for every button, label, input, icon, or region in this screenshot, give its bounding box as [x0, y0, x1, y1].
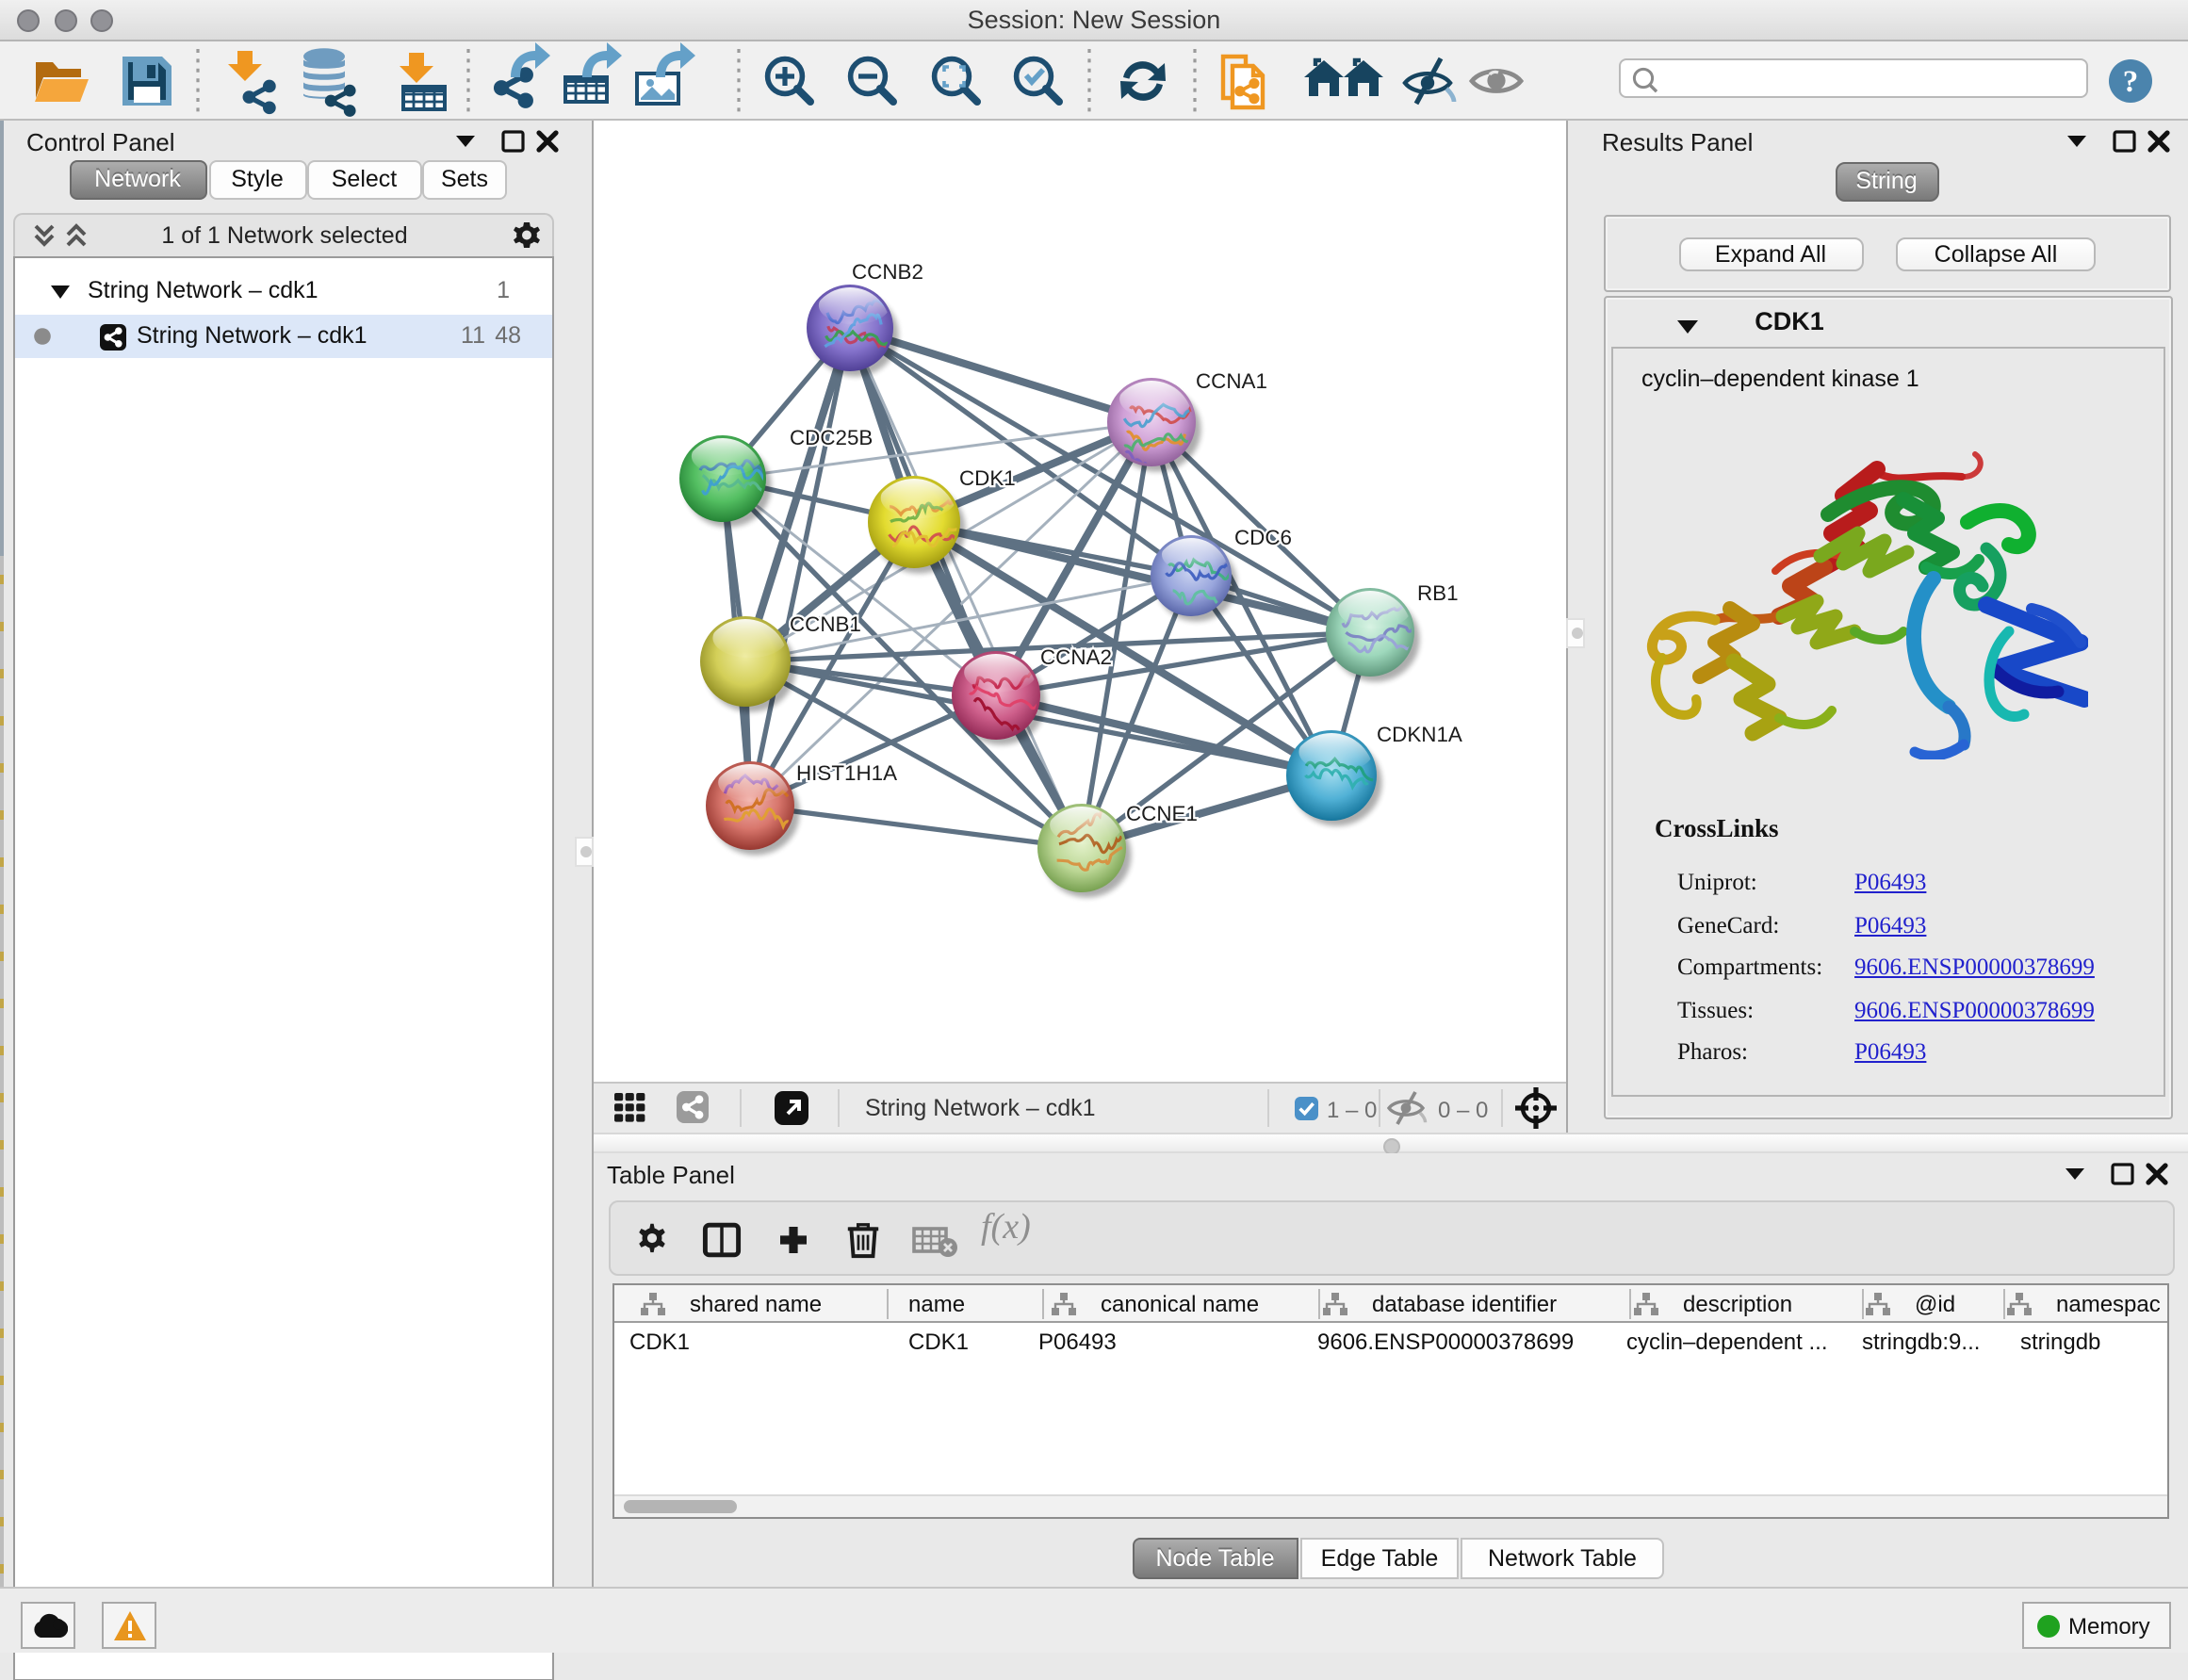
svg-text:?: ? — [2123, 65, 2139, 99]
svg-text:CCNB1: CCNB1 — [790, 612, 861, 636]
svg-text:CCNA2: CCNA2 — [1040, 645, 1112, 669]
svg-text:CDK1: CDK1 — [959, 466, 1016, 490]
svg-text:RB1: RB1 — [1417, 581, 1459, 605]
svg-text:CDC25B: CDC25B — [790, 426, 873, 449]
svg-text:HIST1H1A: HIST1H1A — [796, 761, 897, 785]
svg-text:CCNA1: CCNA1 — [1196, 369, 1267, 393]
svg-text:CCNE1: CCNE1 — [1126, 802, 1198, 825]
svg-text:CDKN1A: CDKN1A — [1377, 723, 1462, 746]
svg-text:CCNB2: CCNB2 — [852, 260, 923, 284]
svg-text:CDC6: CDC6 — [1234, 526, 1292, 549]
